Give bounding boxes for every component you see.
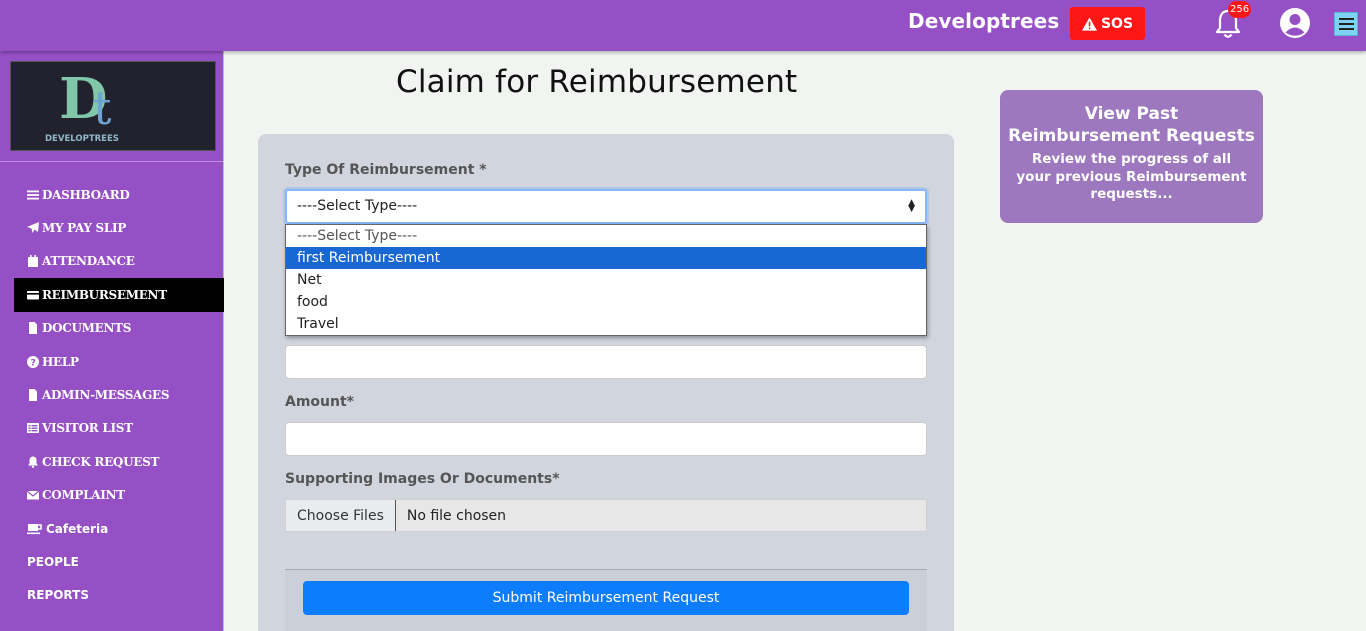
notification-count-badge: 256 bbox=[1228, 1, 1252, 18]
dropdown-option-highlighted[interactable]: first Reimbursement bbox=[286, 247, 926, 269]
sidebar-item-label: MY PAY SLIP bbox=[42, 221, 127, 236]
file-status-text: No file chosen bbox=[406, 507, 507, 524]
supporting-documents-file-input[interactable]: Choose Files No file chosen bbox=[285, 499, 927, 532]
page-title: Claim for Reimbursement bbox=[396, 64, 798, 100]
sidebar-item-label: ADMIN-MESSAGES bbox=[42, 388, 170, 403]
dropdown-option[interactable]: Net bbox=[286, 269, 926, 291]
sidebar-item-label: PEOPLE bbox=[27, 554, 79, 569]
sidebar-item-label: REIMBURSEMENT bbox=[42, 287, 167, 302]
calendar-icon bbox=[27, 255, 39, 268]
dropdown-option[interactable]: ----Select Type---- bbox=[286, 225, 926, 247]
question-circle-icon: ? bbox=[27, 355, 39, 368]
top-navbar: Developtrees SOS 256 bbox=[0, 0, 1366, 51]
sidebar-item-check-request[interactable]: CHECK REQUEST bbox=[14, 445, 224, 478]
sidebar-item-my-pay-slip[interactable]: MY PAY SLIP bbox=[14, 211, 224, 244]
dropdown-option[interactable]: Travel bbox=[286, 313, 926, 335]
sidebar: D t DEVELOPTREES DASHBOARD MY PAY SLIP A… bbox=[0, 51, 224, 631]
amount-input[interactable] bbox=[285, 422, 927, 456]
warning-icon bbox=[1081, 16, 1097, 31]
reimbursement-type-select[interactable]: ----Select Type---- ▲ ▼ bbox=[285, 189, 927, 224]
menu-toggle-button[interactable] bbox=[1334, 12, 1358, 36]
file-icon bbox=[27, 389, 39, 402]
envelope-icon bbox=[27, 489, 39, 501]
sidebar-item-attendance[interactable]: ATTENDANCE bbox=[14, 245, 224, 278]
sidebar-item-reports[interactable]: REPORTS bbox=[14, 579, 224, 612]
sidebar-item-visitor-list[interactable]: VISITOR LIST bbox=[14, 412, 224, 445]
svg-text:?: ? bbox=[31, 358, 36, 368]
sidebar-item-label: CHECK REQUEST bbox=[42, 454, 160, 469]
user-account-icon[interactable] bbox=[1279, 7, 1311, 39]
company-logo[interactable]: D t DEVELOPTREES bbox=[10, 61, 216, 151]
coffee-icon bbox=[27, 523, 43, 535]
select-value: ----Select Type---- bbox=[297, 198, 418, 214]
sidebar-item-admin-messages[interactable]: ADMIN-MESSAGES bbox=[14, 378, 224, 411]
sidebar-item-label: Cafeteria bbox=[46, 521, 109, 536]
view-past-requests-card[interactable]: View Past Reimbursement Requests Review … bbox=[1000, 90, 1263, 223]
sidebar-item-label: ATTENDANCE bbox=[42, 254, 135, 269]
reimbursement-type-dropdown: ----Select Type---- first Reimbursement … bbox=[285, 224, 927, 336]
sos-label: SOS bbox=[1100, 15, 1134, 32]
sidebar-item-label: REPORTS bbox=[27, 588, 89, 603]
credit-card-icon bbox=[27, 289, 39, 301]
paper-plane-icon bbox=[27, 222, 39, 234]
sidebar-item-label: DOCUMENTS bbox=[42, 321, 132, 336]
info-card-title: View Past Reimbursement Requests bbox=[1008, 104, 1255, 146]
info-card-description: Review the progress of all your previous… bbox=[1016, 151, 1247, 202]
sos-button[interactable]: SOS bbox=[1070, 7, 1145, 40]
sidebar-item-help[interactable]: ? HELP bbox=[14, 345, 224, 378]
sidebar-item-reimbursement[interactable]: REIMBURSEMENT bbox=[14, 278, 224, 312]
sidebar-item-cafeteria[interactable]: Cafeteria bbox=[14, 512, 224, 545]
select-arrows-icon: ▲ ▼ bbox=[908, 198, 915, 214]
bell-icon bbox=[27, 456, 39, 468]
file-icon bbox=[27, 322, 39, 335]
sidebar-item-documents[interactable]: DOCUMENTS bbox=[14, 312, 224, 345]
sidebar-divider bbox=[0, 161, 224, 162]
svg-text:DEVELOPTREES: DEVELOPTREES bbox=[45, 134, 119, 144]
list-icon bbox=[27, 422, 39, 434]
brand-name[interactable]: Developtrees bbox=[908, 9, 1059, 33]
submit-reimbursement-button[interactable]: Submit Reimbursement Request bbox=[303, 581, 909, 615]
amount-label: Amount* bbox=[285, 394, 354, 410]
dropdown-option[interactable]: food bbox=[286, 291, 926, 313]
logo-graphic: D t DEVELOPTREES bbox=[45, 66, 119, 144]
sidebar-item-label: HELP bbox=[42, 354, 79, 369]
description-input[interactable] bbox=[285, 345, 927, 379]
sidebar-item-label: DASHBOARD bbox=[42, 187, 130, 202]
sidebar-nav: DASHBOARD MY PAY SLIP ATTENDANCE REIMBUR… bbox=[14, 178, 224, 612]
svg-text:t: t bbox=[93, 81, 112, 135]
sidebar-item-label: VISITOR LIST bbox=[42, 421, 133, 436]
sidebar-item-people[interactable]: PEOPLE bbox=[14, 545, 224, 578]
type-of-reimbursement-label: Type Of Reimbursement * bbox=[285, 162, 487, 178]
choose-files-button[interactable]: Choose Files bbox=[286, 500, 396, 531]
sidebar-item-dashboard[interactable]: DASHBOARD bbox=[14, 178, 224, 211]
supporting-documents-label: Supporting Images Or Documents* bbox=[285, 471, 560, 487]
bars-icon bbox=[27, 189, 39, 201]
sidebar-item-label: COMPLAINT bbox=[42, 488, 125, 503]
sidebar-item-complaint[interactable]: COMPLAINT bbox=[14, 479, 224, 512]
